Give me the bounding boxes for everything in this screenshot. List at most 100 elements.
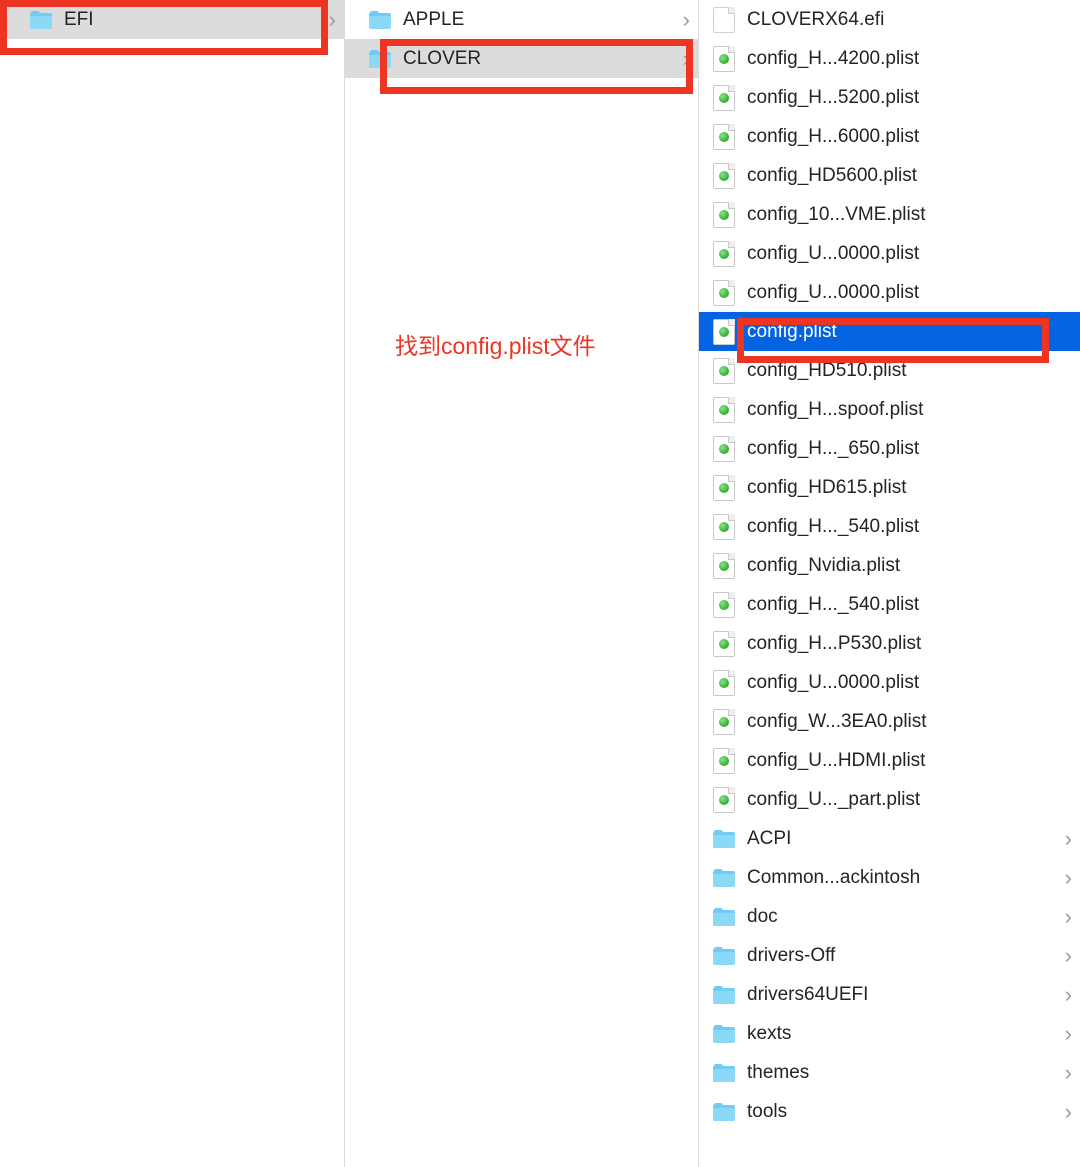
plist-file-icon <box>711 514 737 540</box>
file-name-label: config_10...VME.plist <box>747 204 1072 226</box>
plist-file-icon <box>711 358 737 384</box>
list-item[interactable]: config_H..._540.plist <box>699 507 1080 546</box>
plist-file-icon <box>711 475 737 501</box>
plist-file-icon <box>711 163 737 189</box>
file-name-label: config_U...0000.plist <box>747 672 1072 694</box>
file-name-label: APPLE <box>403 9 683 31</box>
file-name-label: config_H...4200.plist <box>747 48 1072 70</box>
folder-icon <box>711 1021 737 1047</box>
file-name-label: config_U...0000.plist <box>747 282 1072 304</box>
plist-file-icon <box>711 85 737 111</box>
list-item[interactable]: kexts› <box>699 1014 1080 1053</box>
chevron-right-icon: › <box>1065 904 1072 930</box>
annotation-label: 找到config.plist文件 <box>395 327 596 361</box>
file-name-label: drivers-Off <box>747 945 1065 967</box>
plist-file-icon <box>711 124 737 150</box>
folder-icon <box>711 943 737 969</box>
finder-column-1: EFI› <box>0 0 345 1167</box>
chevron-right-icon: › <box>1065 982 1072 1008</box>
plist-file-icon <box>711 202 737 228</box>
list-item[interactable]: CLOVERX64.efi <box>699 0 1080 39</box>
file-name-label: config_H...spoof.plist <box>747 399 1072 421</box>
file-name-label: config_HD615.plist <box>747 477 1072 499</box>
folder-icon <box>711 1099 737 1125</box>
list-item[interactable]: config_H..._650.plist <box>699 429 1080 468</box>
file-name-label: config_HD5600.plist <box>747 165 1072 187</box>
folder-icon <box>711 826 737 852</box>
folder-icon <box>711 904 737 930</box>
plist-file-icon <box>711 553 737 579</box>
chevron-right-icon: › <box>683 46 690 72</box>
list-item[interactable]: themes› <box>699 1053 1080 1092</box>
chevron-right-icon: › <box>1065 943 1072 969</box>
file-name-label: config.plist <box>747 321 1072 343</box>
finder-column-3: CLOVERX64.efi config_H...4200.plistconfig… <box>699 0 1080 1167</box>
chevron-right-icon: › <box>329 7 336 33</box>
list-item[interactable]: config_U...0000.plist <box>699 273 1080 312</box>
list-item[interactable]: config_HD5600.plist <box>699 156 1080 195</box>
list-item[interactable]: ACPI› <box>699 819 1080 858</box>
chevron-right-icon: › <box>1065 826 1072 852</box>
list-item[interactable]: config.plist <box>699 312 1080 351</box>
list-item[interactable]: config_10...VME.plist <box>699 195 1080 234</box>
list-item[interactable]: config_H...5200.plist <box>699 78 1080 117</box>
file-name-label: config_H..._540.plist <box>747 594 1072 616</box>
plist-file-icon <box>711 436 737 462</box>
file-name-label: config_HD510.plist <box>747 360 1072 382</box>
plist-file-icon <box>711 397 737 423</box>
finder-column-2: APPLE›CLOVER› <box>345 0 699 1167</box>
plist-file-icon <box>711 241 737 267</box>
file-name-label: config_H...P530.plist <box>747 633 1072 655</box>
list-item[interactable]: drivers64UEFI› <box>699 975 1080 1014</box>
file-name-label: kexts <box>747 1023 1065 1045</box>
list-item[interactable]: config_U...0000.plist <box>699 663 1080 702</box>
list-item[interactable]: config_HD615.plist <box>699 468 1080 507</box>
file-name-label: Common...ackintosh <box>747 867 1065 889</box>
plist-file-icon <box>711 748 737 774</box>
chevron-right-icon: › <box>1065 865 1072 891</box>
folder-icon <box>711 1060 737 1086</box>
chevron-right-icon: › <box>1065 1060 1072 1086</box>
list-item[interactable]: config_H...P530.plist <box>699 624 1080 663</box>
file-name-label: config_W...3EA0.plist <box>747 711 1072 733</box>
list-item[interactable]: config_HD510.plist <box>699 351 1080 390</box>
folder-icon <box>367 46 393 72</box>
list-item[interactable]: config_W...3EA0.plist <box>699 702 1080 741</box>
file-name-label: drivers64UEFI <box>747 984 1065 1006</box>
file-name-label: config_U...HDMI.plist <box>747 750 1072 772</box>
list-item[interactable]: doc› <box>699 897 1080 936</box>
file-name-label: EFI <box>64 9 329 31</box>
list-item[interactable]: Common...ackintosh› <box>699 858 1080 897</box>
plist-file-icon <box>711 319 737 345</box>
plist-file-icon <box>711 46 737 72</box>
plist-file-icon <box>711 280 737 306</box>
list-item[interactable]: CLOVER› <box>345 39 698 78</box>
list-item[interactable]: EFI› <box>0 0 344 39</box>
list-item[interactable]: config_H...spoof.plist <box>699 390 1080 429</box>
folder-icon <box>367 7 393 33</box>
list-item[interactable]: config_H..._540.plist <box>699 585 1080 624</box>
list-item[interactable]: tools› <box>699 1092 1080 1131</box>
file-name-label: config_U..._part.plist <box>747 789 1072 811</box>
plist-file-icon <box>711 787 737 813</box>
file-name-label: doc <box>747 906 1065 928</box>
file-name-label: config_H..._540.plist <box>747 516 1072 538</box>
list-item[interactable]: config_U...HDMI.plist <box>699 741 1080 780</box>
list-item[interactable]: config_Nvidia.plist <box>699 546 1080 585</box>
folder-icon <box>28 7 54 33</box>
list-item[interactable]: config_U..._part.plist <box>699 780 1080 819</box>
plist-file-icon <box>711 709 737 735</box>
list-item[interactable]: APPLE› <box>345 0 698 39</box>
file-name-label: config_H...6000.plist <box>747 126 1072 148</box>
list-item[interactable]: config_U...0000.plist <box>699 234 1080 273</box>
file-name-label: themes <box>747 1062 1065 1084</box>
folder-icon <box>711 982 737 1008</box>
folder-icon <box>711 865 737 891</box>
file-name-label: config_H...5200.plist <box>747 87 1072 109</box>
list-item[interactable]: config_H...6000.plist <box>699 117 1080 156</box>
list-item[interactable]: config_H...4200.plist <box>699 39 1080 78</box>
file-name-label: config_H..._650.plist <box>747 438 1072 460</box>
efi-file-icon <box>711 7 737 33</box>
file-name-label: CLOVERX64.efi <box>747 9 1072 31</box>
list-item[interactable]: drivers-Off› <box>699 936 1080 975</box>
